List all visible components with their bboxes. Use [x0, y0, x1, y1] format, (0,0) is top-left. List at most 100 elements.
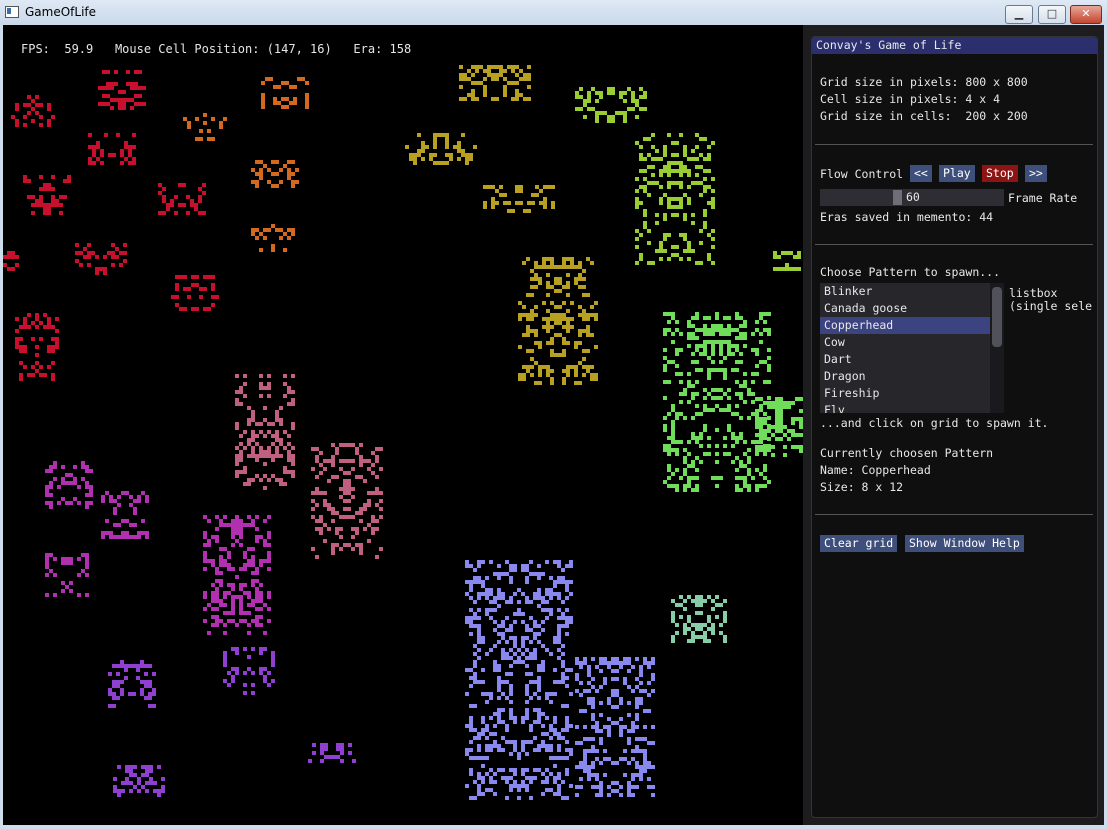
listbox-item[interactable]: Canada goose [820, 300, 990, 317]
live-cell [340, 751, 344, 755]
live-cell [98, 102, 102, 106]
live-cell [554, 333, 558, 337]
live-cell [481, 728, 485, 732]
minimize-button[interactable]: ▁ [1005, 5, 1033, 24]
frame-rate-slider[interactable]: 60 [820, 189, 1004, 206]
live-cell [215, 539, 219, 543]
live-cell [45, 485, 49, 489]
live-cell [695, 392, 699, 396]
live-cell [763, 452, 767, 456]
live-cell [279, 482, 283, 486]
live-cell [675, 348, 679, 352]
live-cell [120, 161, 124, 165]
live-cell [35, 317, 39, 321]
life-grid-canvas[interactable]: FPS: 59.9 Mouse Cell Position: (147, 16)… [3, 25, 803, 825]
listbox-item[interactable]: Dart [820, 351, 990, 368]
previous-era-button[interactable]: << [910, 165, 932, 182]
live-cell [530, 309, 534, 313]
maximize-button[interactable]: □ [1038, 5, 1066, 24]
live-cell [739, 384, 743, 388]
live-cell [461, 133, 465, 137]
live-cell [487, 73, 491, 77]
listbox-item-selected[interactable]: Copperhead [820, 317, 990, 334]
live-cell [247, 438, 251, 442]
listbox-item[interactable]: Dragon [820, 368, 990, 385]
live-cell [43, 373, 47, 377]
live-cell [507, 81, 511, 85]
live-cell [627, 737, 631, 741]
close-button[interactable]: ✕ [1070, 5, 1102, 24]
live-cell [566, 373, 570, 377]
live-cell [499, 65, 503, 69]
live-cell [67, 179, 71, 183]
live-cell [315, 503, 319, 507]
slider-grab-handle[interactable] [893, 190, 902, 205]
live-cell [195, 117, 199, 121]
live-cell [526, 257, 530, 261]
listbox-item[interactable]: Cow [820, 334, 990, 351]
live-cell [112, 664, 116, 668]
play-button[interactable]: Play [939, 165, 975, 182]
live-cell [643, 91, 647, 95]
live-cell [31, 365, 35, 369]
listbox-scrollbar[interactable] [990, 283, 1004, 413]
live-cell [115, 247, 119, 251]
live-cell [263, 647, 267, 651]
live-cell [743, 344, 747, 348]
live-cell [719, 396, 723, 400]
live-cell [767, 332, 771, 336]
live-cell [247, 667, 251, 671]
live-cell [558, 281, 562, 285]
listbox-item[interactable]: Blinker [820, 283, 990, 300]
live-cell [562, 261, 566, 265]
live-cell [631, 785, 635, 789]
life-grid[interactable] [3, 25, 803, 825]
live-cell [723, 332, 727, 336]
live-cell [47, 107, 51, 111]
live-cell [699, 261, 703, 265]
live-cell [493, 744, 497, 748]
live-cell [703, 137, 707, 141]
live-cell [671, 360, 675, 364]
live-cell [255, 160, 259, 164]
live-cell [331, 463, 335, 467]
live-cell [475, 97, 479, 101]
live-cell [549, 596, 553, 600]
live-cell [239, 587, 243, 591]
listbox-item[interactable]: Fireship [820, 385, 990, 402]
live-cell [711, 599, 715, 603]
live-cell [211, 615, 215, 619]
live-cell [79, 251, 83, 255]
live-cell [219, 563, 223, 567]
live-cell [635, 201, 639, 205]
live-cell [533, 708, 537, 712]
live-cell [711, 245, 715, 249]
live-cell [47, 203, 51, 207]
stop-button[interactable]: Stop [982, 165, 1018, 182]
live-cell [117, 535, 121, 539]
pattern-listbox[interactable]: Blinker Canada goose Copperhead Cow Dart… [820, 283, 1004, 413]
live-cell [239, 599, 243, 603]
panel-title-bar[interactable]: Convay's Game of Life [812, 37, 1097, 54]
show-help-button[interactable]: Show Window Help [905, 535, 1024, 552]
live-cell [495, 77, 499, 81]
live-cell [663, 165, 667, 169]
live-cell [137, 777, 141, 781]
live-cell [779, 429, 783, 433]
live-cell [791, 433, 795, 437]
live-cell [553, 560, 557, 564]
live-cell [263, 474, 267, 478]
clear-grid-button[interactable]: Clear grid [820, 535, 898, 552]
live-cell [566, 309, 570, 313]
live-cell [599, 95, 603, 99]
live-cell [469, 564, 473, 568]
live-cell [541, 608, 545, 612]
scrollbar-grab[interactable] [992, 287, 1002, 347]
live-cell [767, 368, 771, 372]
next-era-button[interactable]: >> [1025, 165, 1047, 182]
live-cell [522, 333, 526, 337]
live-cell [170, 199, 174, 203]
live-cell [663, 416, 667, 420]
listbox-item[interactable]: Fly [820, 402, 990, 413]
live-cell [545, 748, 549, 752]
